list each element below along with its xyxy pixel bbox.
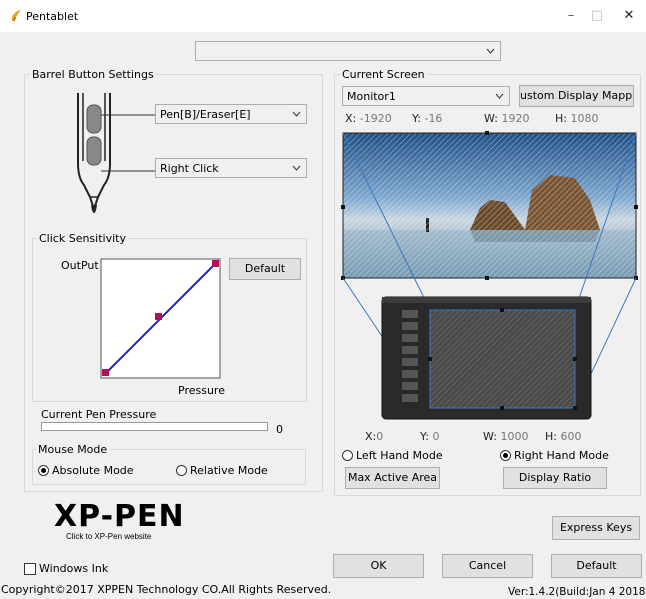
relative-mode-radio[interactable] [176, 465, 187, 476]
screen-y-label: Y: [412, 112, 421, 125]
xp-pen-logo[interactable]: XP-PEN [54, 502, 185, 532]
title-bar [0, 0, 646, 32]
absolute-mode-label: Absolute Mode [52, 464, 134, 477]
tablet-illustration [381, 296, 592, 420]
curve-handle-mid[interactable] [155, 313, 162, 320]
relative-mode-label: Relative Mode [190, 464, 268, 477]
screen-x-readout: X: -1920 [345, 112, 392, 125]
barrel-button-settings-label: Barrel Button Settings [30, 68, 156, 81]
express-keys-button[interactable]: Express Keys [552, 516, 640, 540]
chevron-down-icon [495, 93, 504, 99]
maximize-button[interactable]: □ [580, 4, 614, 28]
screen-x-label: X: [345, 112, 357, 125]
device-select[interactable] [195, 41, 501, 61]
display-ratio-button[interactable]: Display Ratio [503, 467, 607, 489]
windows-ink-label: Windows Ink [39, 562, 109, 575]
area-h-value: 600 [560, 430, 582, 443]
windows-ink-checkbox[interactable] [24, 563, 36, 575]
screen-w-label: W: [484, 112, 498, 125]
area-w-label: W: [483, 430, 497, 443]
current-screen-label: Current Screen [340, 68, 427, 81]
area-h-label: H: [545, 430, 557, 443]
current-pen-pressure-label: Current Pen Pressure [41, 408, 157, 421]
right-hand-mode-radio[interactable] [500, 450, 511, 461]
max-active-area-button[interactable]: Max Active Area [345, 467, 440, 489]
pentablet-app-icon [11, 10, 21, 22]
monitor-select[interactable]: Monitor1 [342, 86, 510, 106]
default-button[interactable]: Default [551, 554, 642, 578]
area-x-label: X: [365, 430, 377, 443]
screen-h-value: 1080 [570, 112, 599, 125]
monitor-select-value: Monitor1 [347, 90, 396, 103]
upper-barrel-button-value: Pen[B]/Eraser[E] [160, 108, 251, 121]
screen-w-readout: W: 1920 [484, 112, 529, 125]
pressure-axis-label: Pressure [178, 384, 225, 397]
custom-display-mapping-button[interactable]: ustom Display Mappin [519, 85, 634, 107]
right-hand-mode-label: Right Hand Mode [514, 449, 609, 462]
left-hand-mode-label: Left Hand Mode [356, 449, 443, 462]
area-h-readout: H: 600 [545, 430, 581, 443]
sensitivity-default-button[interactable]: Default [229, 258, 301, 280]
version-text: Ver:1.4.2(Build:Jan 4 2018 [508, 586, 646, 598]
screen-mapping-preview [341, 131, 638, 420]
mouse-mode-label: Mouse Mode [36, 443, 110, 456]
area-w-readout: W: 1000 [483, 430, 528, 443]
screen-y-readout: Y: -16 [412, 112, 442, 125]
xp-pen-website-link[interactable]: Click to XP-Pen website [66, 532, 151, 541]
screen-h-label: H: [555, 112, 567, 125]
cancel-button[interactable]: Cancel [442, 554, 533, 578]
screen-h-readout: H: 1080 [555, 112, 598, 125]
area-y-readout: Y: 0 [420, 430, 439, 443]
copyright-text: Copyright©2017 XPPEN Technology CO.All R… [1, 583, 332, 596]
curve-handle-low[interactable] [102, 369, 109, 376]
chevron-down-icon [292, 165, 301, 171]
screen-w-value: 1920 [501, 112, 530, 125]
screen-x-value: -1920 [359, 112, 392, 125]
close-button[interactable]: ✕ [612, 4, 646, 28]
lower-barrel-button-select[interactable]: Right Click [155, 158, 307, 178]
absolute-mode-radio[interactable] [38, 465, 49, 476]
output-axis-label: OutPut [61, 259, 99, 272]
pressure-curve-graph [100, 258, 221, 379]
pen-illustration [77, 93, 156, 213]
window-title: Pentablet [26, 10, 79, 23]
area-w-value: 1000 [500, 430, 529, 443]
screen-y-value: -16 [424, 112, 443, 125]
lower-barrel-button-value: Right Click [160, 162, 219, 175]
area-x-value: 0 [376, 430, 384, 443]
area-y-label: Y: [420, 430, 429, 443]
area-y-value: 0 [432, 430, 440, 443]
area-x-readout: X:0 [365, 430, 383, 443]
upper-barrel-button-select[interactable]: Pen[B]/Eraser[E] [155, 104, 307, 124]
curve-handle-high[interactable] [212, 260, 219, 267]
pen-pressure-value: 0 [276, 423, 283, 436]
click-sensitivity-label: Click Sensitivity [37, 232, 128, 245]
pen-pressure-bar [41, 422, 268, 431]
left-hand-mode-radio[interactable] [342, 450, 353, 461]
chevron-down-icon [486, 48, 495, 54]
ok-button[interactable]: OK [333, 554, 424, 578]
monitor-wallpaper [343, 133, 636, 278]
chevron-down-icon [292, 111, 301, 117]
